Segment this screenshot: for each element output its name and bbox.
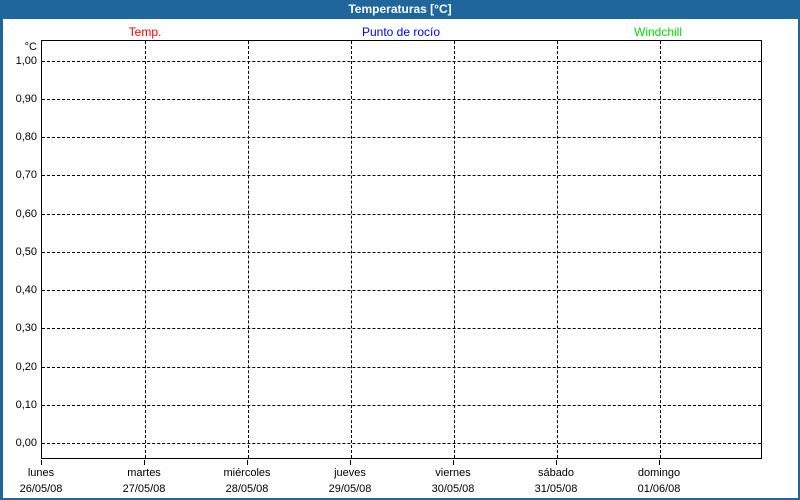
x-tick-label-day: martes: [127, 467, 161, 479]
y-axis-unit-label: °C: [24, 41, 37, 53]
y-grid-line: [42, 60, 761, 62]
y-tick-label: 0,40: [15, 284, 37, 296]
x-grid-line: [248, 41, 249, 458]
x-grid-line: [145, 41, 146, 458]
legend-item-temp: Temp.: [128, 25, 162, 39]
y-grid-line: [42, 404, 761, 406]
x-axis-tick: [144, 460, 145, 465]
y-grid-line: [42, 443, 761, 444]
x-tick-label-day: domingo: [637, 467, 681, 479]
x-tick-label-date: 31/05/08: [534, 483, 578, 495]
y-tick-label: 0,20: [15, 360, 37, 373]
chart-title-bar: Temperaturas [°C]: [0, 0, 800, 19]
x-tick-label-day: lunes: [27, 467, 55, 479]
x-tick-label-day: miércoles: [223, 467, 271, 479]
y-tick-label: 0,70: [15, 169, 37, 182]
x-grid-line: [351, 41, 352, 458]
legend-item-dew-point: Punto de rocío: [361, 25, 441, 39]
x-tick-label-date: 26/05/08: [19, 483, 63, 495]
y-tick-label: 1,00: [15, 54, 37, 67]
y-grid-line: [42, 213, 761, 215]
x-tick-label-date: 28/05/08: [225, 483, 269, 495]
y-tick-label: 0,10: [15, 398, 37, 411]
y-grid-line: [42, 366, 761, 368]
x-grid-line: [557, 41, 558, 458]
y-tick-label: 0,30: [15, 322, 37, 335]
x-grid-line: [454, 41, 455, 458]
y-tick-label: 0,50: [15, 245, 37, 258]
y-grid-line: [42, 175, 761, 177]
x-tick-label-day: viernes: [435, 467, 471, 479]
x-axis-tick: [453, 460, 454, 465]
y-grid-line: [42, 328, 761, 330]
x-tick-label-date: 29/05/08: [328, 483, 372, 495]
y-grid-line: [42, 137, 761, 138]
y-tick-label: 0,80: [15, 131, 37, 143]
y-grid-line: [42, 251, 761, 253]
x-tick-label-day: sábado: [537, 467, 575, 479]
x-tick-label-date: 27/05/08: [122, 483, 166, 495]
x-tick-label-date: 01/06/08: [637, 483, 681, 495]
x-axis-tick: [41, 460, 42, 465]
y-tick-label: 0,00: [15, 437, 37, 449]
x-axis-tick: [659, 460, 660, 465]
y-tick-label: 0,60: [15, 207, 37, 220]
y-grid-line: [42, 290, 761, 291]
y-grid-line: [42, 98, 761, 100]
chart-window: Temperaturas [°C] Temp. Punto de rocío W…: [0, 0, 800, 500]
x-tick-label-day: jueves: [334, 467, 366, 479]
legend-item-windchill: Windchill: [633, 25, 683, 39]
x-axis-tick: [556, 460, 557, 465]
x-grid-line: [660, 41, 661, 458]
x-tick-label-date: 30/05/08: [431, 483, 475, 495]
y-tick-label: 0,90: [15, 92, 37, 105]
x-axis-tick: [350, 460, 351, 465]
window-border-left: [0, 19, 3, 500]
plot-area: [41, 40, 762, 459]
x-axis-tick: [247, 460, 248, 465]
